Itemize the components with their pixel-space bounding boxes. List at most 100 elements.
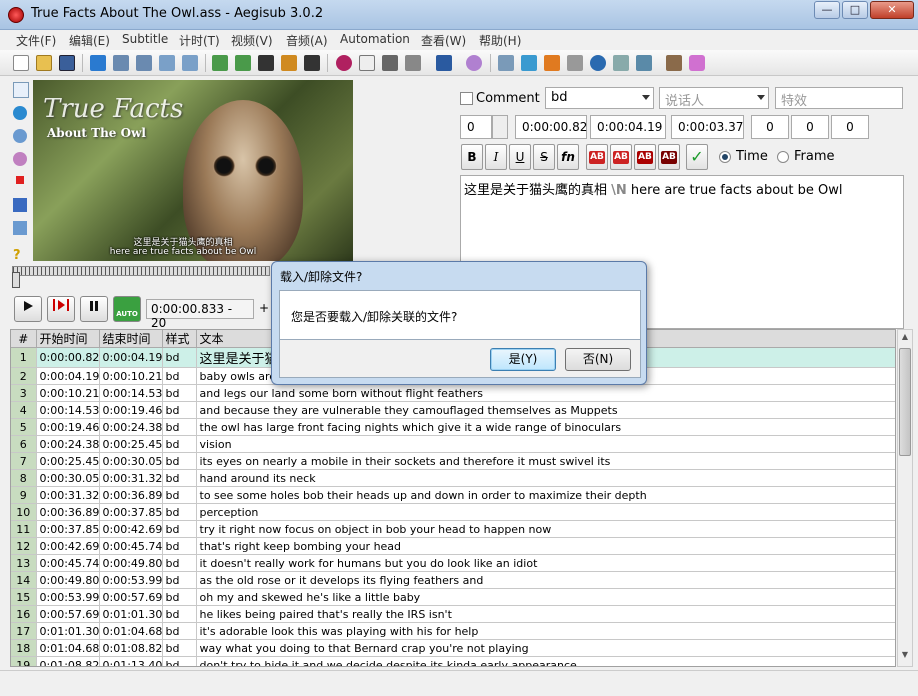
menu-file[interactable]: 文件(F) bbox=[16, 32, 56, 49]
menu-edit[interactable]: 编辑(E) bbox=[69, 32, 110, 49]
frame-radio[interactable] bbox=[777, 151, 789, 163]
close-button[interactable]: ✕ bbox=[870, 1, 914, 19]
effect-field[interactable]: 特效 bbox=[775, 87, 903, 109]
play-line-button[interactable] bbox=[47, 296, 75, 322]
assistant-icon[interactable] bbox=[466, 55, 482, 71]
clip-tool-icon[interactable] bbox=[13, 198, 27, 212]
spell-check-icon[interactable] bbox=[336, 55, 352, 71]
jump-to-icon[interactable] bbox=[90, 55, 106, 71]
table-row[interactable]: 7 0:00:25.45 0:00:30.05 bd its eyes on nearl… bbox=[11, 452, 895, 470]
post-processor-icon[interactable] bbox=[521, 55, 537, 71]
style-select[interactable]: bd bbox=[545, 87, 654, 109]
vector-clip-icon[interactable] bbox=[13, 221, 27, 235]
minimize-button[interactable]: — bbox=[814, 1, 840, 19]
help-icon[interactable]: ? bbox=[13, 248, 27, 263]
dialog-no-button[interactable]: 否(N) bbox=[565, 348, 631, 371]
table-row[interactable]: 17 0:01:01.30 0:01:04.68 bd it's adorable lo… bbox=[11, 622, 895, 640]
scale-tool-icon[interactable] bbox=[16, 176, 24, 184]
stop-icon[interactable] bbox=[567, 55, 583, 71]
margin-left-field[interactable]: 0 bbox=[751, 115, 789, 139]
font-button[interactable]: fn bbox=[557, 144, 579, 170]
scroll-down-icon[interactable]: ▼ bbox=[899, 650, 911, 664]
set-start-icon[interactable] bbox=[159, 55, 175, 71]
table-row[interactable]: 12 0:00:42.69 0:00:45.74 bd that's right kee… bbox=[11, 537, 895, 555]
zoom-out-icon[interactable] bbox=[136, 55, 152, 71]
table-row[interactable]: 18 0:01:04.68 0:01:08.82 bd way what you doi… bbox=[11, 639, 895, 657]
secondary-color-button[interactable]: AB bbox=[610, 144, 632, 170]
pencil-icon[interactable] bbox=[382, 55, 398, 71]
menu-view[interactable]: 查看(W) bbox=[421, 32, 466, 49]
table-row[interactable]: 10 0:00:36.89 0:00:37.85 bd perception bbox=[11, 503, 895, 521]
new-file-icon[interactable] bbox=[13, 55, 29, 71]
strikeout-button[interactable]: S bbox=[533, 144, 555, 170]
menu-automation[interactable]: Automation bbox=[340, 32, 410, 46]
table-row[interactable]: 11 0:00:37.85 0:00:42.69 bd try it right now… bbox=[11, 520, 895, 538]
resample-icon[interactable] bbox=[281, 55, 297, 71]
menu-video[interactable]: 视频(V) bbox=[231, 32, 273, 49]
actor-select[interactable]: 说话人 bbox=[659, 87, 769, 109]
video-time-display[interactable]: 0:00:00.833 - 20 bbox=[146, 299, 254, 330]
arrow-right-icon[interactable] bbox=[544, 55, 560, 71]
table-row[interactable]: 14 0:00:49.80 0:00:53.99 bd as the old rose … bbox=[11, 571, 895, 589]
table-row[interactable]: 15 0:00:53.99 0:00:57.69 bd oh my and skewed… bbox=[11, 588, 895, 606]
margin-right-field[interactable]: 0 bbox=[791, 115, 829, 139]
table-row[interactable]: 4 0:00:14.53 0:00:19.46 bd and because they … bbox=[11, 401, 895, 419]
table-row[interactable]: 8 0:00:30.05 0:00:31.32 bd hand around its n… bbox=[11, 469, 895, 487]
time-radio[interactable] bbox=[719, 151, 731, 163]
grid-scrollbar[interactable]: ▲ ▼ bbox=[897, 329, 913, 667]
dialog-yes-button[interactable]: 是(Y) bbox=[490, 348, 556, 371]
start-time-field[interactable]: 0:00:00.82 bbox=[515, 115, 587, 139]
tools-icon[interactable] bbox=[666, 55, 682, 71]
shift-times-icon[interactable] bbox=[498, 55, 514, 71]
table-row[interactable]: 6 0:00:24.38 0:00:25.45 bd vision bbox=[11, 435, 895, 453]
primary-color-button[interactable]: AB bbox=[586, 144, 608, 170]
properties-icon[interactable] bbox=[304, 55, 320, 71]
styles-manager-icon[interactable] bbox=[212, 55, 228, 71]
maximize-button[interactable]: □ bbox=[842, 1, 868, 19]
zoom-in-icon[interactable] bbox=[113, 55, 129, 71]
menu-timing[interactable]: 计时(T) bbox=[179, 32, 220, 49]
rotate-xy-icon[interactable] bbox=[13, 152, 27, 166]
set-end-icon[interactable] bbox=[182, 55, 198, 71]
kanji-timer-icon[interactable] bbox=[405, 55, 421, 71]
duration-field[interactable]: 0:00:03.37 bbox=[671, 115, 744, 139]
menu-help[interactable]: 帮助(H) bbox=[479, 32, 521, 49]
table-row[interactable]: 9 0:00:31.32 0:00:36.89 bd to see some holes… bbox=[11, 486, 895, 504]
override-tag-icon[interactable] bbox=[689, 55, 705, 71]
open-folder-icon[interactable] bbox=[36, 55, 52, 71]
attachments-icon[interactable] bbox=[235, 55, 251, 71]
end-time-field[interactable]: 0:00:04.19 bbox=[590, 115, 666, 139]
commit-button[interactable]: ✓ bbox=[686, 144, 708, 170]
automation-icon[interactable] bbox=[436, 55, 452, 71]
shadow-color-button[interactable]: AB bbox=[658, 144, 680, 170]
layer-spinner[interactable] bbox=[492, 115, 508, 139]
layer-field[interactable]: 0 bbox=[460, 115, 492, 139]
video-display[interactable]: True Facts About The Owl 这里是关于猫头鹰的真相 her… bbox=[33, 80, 353, 261]
pause-button[interactable] bbox=[80, 296, 108, 322]
table-row[interactable]: 19 0:01:08.82 0:01:13.40 bd don't try to hid… bbox=[11, 656, 895, 666]
scroll-up-icon[interactable]: ▲ bbox=[899, 332, 911, 346]
play-button[interactable] bbox=[14, 296, 42, 322]
standard-tool-icon[interactable] bbox=[13, 82, 29, 98]
table-row[interactable]: 3 0:00:10.21 0:00:14.53 bd and legs our land… bbox=[11, 384, 895, 402]
bold-button[interactable]: B bbox=[461, 144, 483, 170]
translation-assistant-icon[interactable] bbox=[359, 55, 375, 71]
check-icon[interactable] bbox=[636, 55, 652, 71]
outline-color-button[interactable]: AB bbox=[634, 144, 656, 170]
autoscroll-toggle[interactable]: AUTO bbox=[113, 296, 141, 322]
drag-tool-icon[interactable] bbox=[13, 106, 27, 120]
fonts-collector-icon[interactable] bbox=[258, 55, 274, 71]
grid-header-number[interactable]: # bbox=[11, 330, 37, 348]
menu-subtitle[interactable]: Subtitle bbox=[122, 32, 168, 46]
table-row[interactable]: 16 0:00:57.69 0:01:01.30 bd he likes being p… bbox=[11, 605, 895, 623]
grid-header-start[interactable]: 开始时间 bbox=[36, 330, 100, 348]
select-lines-icon[interactable] bbox=[613, 55, 629, 71]
underline-button[interactable]: U bbox=[509, 144, 531, 170]
clock-icon[interactable] bbox=[590, 55, 606, 71]
italic-button[interactable]: I bbox=[485, 144, 507, 170]
grid-header-style[interactable]: 样式 bbox=[162, 330, 197, 348]
grid-header-end[interactable]: 结束时间 bbox=[99, 330, 163, 348]
table-row[interactable]: 13 0:00:45.74 0:00:49.80 bd it doesn't reall… bbox=[11, 554, 895, 572]
comment-checkbox[interactable] bbox=[460, 92, 473, 105]
scroll-thumb[interactable] bbox=[899, 348, 911, 456]
